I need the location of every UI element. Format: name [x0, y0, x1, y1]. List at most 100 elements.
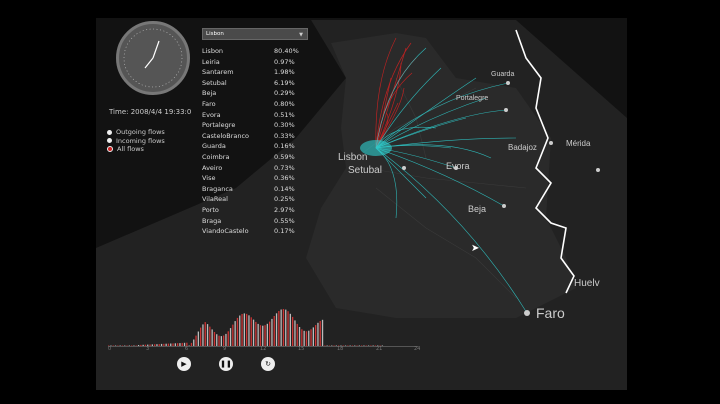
- city-pct: 6.19%: [274, 78, 295, 87]
- city-pct: 0.30%: [274, 121, 295, 130]
- histogram-bar: [197, 331, 199, 346]
- table-row[interactable]: Beja 0.29%: [202, 88, 308, 99]
- histogram-bar: [213, 332, 216, 346]
- white-dot-icon: [107, 138, 112, 144]
- histogram-bar: [227, 331, 229, 346]
- axis-tick: 6: [185, 346, 189, 352]
- map-label-setubal: Setubal: [348, 165, 382, 176]
- histogram-bar: [239, 315, 241, 346]
- histogram-bar: [285, 309, 287, 346]
- play-icon: ▶: [181, 360, 187, 368]
- table-row[interactable]: Setubal 6.19%: [202, 78, 308, 89]
- histogram-bar: [271, 318, 273, 346]
- flow-timeline-histogram[interactable]: [108, 298, 418, 348]
- portalegre-dot: [504, 108, 508, 112]
- legend-outgoing[interactable]: Outgoing flows: [107, 128, 165, 137]
- city-name: Lisbon: [202, 47, 224, 55]
- table-row[interactable]: Aveiro 0.73%: [202, 163, 308, 174]
- table-row[interactable]: CasteloBranco 0.33%: [202, 131, 308, 142]
- table-row[interactable]: Faro 0.80%: [202, 99, 308, 110]
- axis-tick: 3: [146, 346, 150, 352]
- table-row[interactable]: Braganca 0.14%: [202, 184, 308, 195]
- play-button[interactable]: ▶: [177, 357, 191, 371]
- map-label-evora: Evora: [446, 161, 470, 171]
- table-row[interactable]: Portalegre 0.30%: [202, 120, 308, 131]
- histogram-bar: [301, 329, 303, 346]
- city-pct: 0.14%: [274, 184, 295, 193]
- histogram-bar: [252, 319, 255, 346]
- city-name: Leiria: [202, 57, 220, 66]
- city-stats-table: Lisbon 80.40% Leiria 0.97% Santarem 1.98% S…: [202, 46, 308, 237]
- legend-label: Incoming flows: [116, 136, 165, 145]
- histogram-bar: [269, 321, 271, 346]
- city-name: Porto: [202, 205, 219, 214]
- table-row[interactable]: Braga 0.55%: [202, 216, 308, 227]
- table-row[interactable]: Leiria 0.97%: [202, 57, 308, 68]
- histogram-bar: [250, 317, 252, 346]
- city-name: Setubal: [202, 78, 227, 87]
- city-name: Vise: [202, 174, 216, 183]
- histogram-bar: [200, 327, 202, 346]
- city-name: Coimbra: [202, 152, 230, 161]
- city-pct: 0.29%: [274, 89, 295, 98]
- chevron-down-icon: ▼: [299, 32, 303, 38]
- faro-dot: [524, 310, 530, 316]
- city-name: ViandoCastelo: [202, 227, 249, 236]
- flow-legend: Outgoing flows Incoming flows All flows: [107, 128, 165, 154]
- city-pct: 0.80%: [274, 99, 295, 108]
- histogram-bar: [275, 313, 278, 346]
- histogram-bar: [204, 322, 206, 346]
- legend-all[interactable]: All flows: [107, 145, 165, 154]
- pause-button[interactable]: ❚❚: [219, 357, 233, 371]
- map-label-lisbon: Lisbon: [338, 152, 367, 163]
- table-row[interactable]: Coimbra 0.59%: [202, 152, 308, 163]
- legend-label: Outgoing flows: [116, 128, 165, 137]
- histogram-bar: [223, 335, 225, 346]
- city-name: Beja: [202, 89, 217, 98]
- table-row[interactable]: Porto 2.97%: [202, 205, 308, 216]
- merida-dot: [596, 168, 600, 172]
- guarda-dot: [506, 81, 510, 85]
- pause-icon: ❚❚: [220, 360, 232, 368]
- histogram-bar: [202, 324, 204, 346]
- histogram-bar: [278, 311, 280, 346]
- axis-tick: 12: [260, 346, 267, 352]
- histogram-bar: [310, 329, 312, 346]
- map-label-portalegre: Portalegre: [456, 95, 488, 102]
- table-row[interactable]: ViandoCastelo 0.17%: [202, 226, 308, 237]
- table-row[interactable]: Evora 0.51%: [202, 110, 308, 121]
- city-name: Faro: [202, 99, 216, 108]
- legend-incoming[interactable]: Incoming flows: [107, 137, 165, 146]
- table-row[interactable]: Lisbon 80.40%: [202, 46, 308, 57]
- city-select[interactable]: Lisbon ▼: [202, 28, 308, 40]
- axis-tick: 9: [223, 346, 227, 352]
- histogram-bar: [259, 325, 262, 346]
- city-name: Braganca: [202, 184, 233, 193]
- histogram-bar: [195, 335, 197, 346]
- city-name: Santarem: [202, 68, 234, 77]
- table-row[interactable]: Santarem 1.98%: [202, 67, 308, 78]
- axis-tick: 15: [298, 346, 305, 352]
- setubal-dot: [402, 166, 406, 170]
- city-name: CasteloBranco: [202, 131, 250, 140]
- histogram-bar: [255, 321, 257, 346]
- histogram-bar: [243, 313, 245, 346]
- reset-button[interactable]: ↻: [261, 357, 275, 371]
- histogram-bar: [298, 327, 301, 346]
- histogram-bar: [315, 325, 317, 346]
- map-label-merida: Mérida: [566, 139, 591, 148]
- table-row[interactable]: Vise 0.36%: [202, 173, 308, 184]
- city-pct: 2.97%: [274, 205, 295, 214]
- histogram-bar: [303, 330, 305, 346]
- timeline-axis: 0 3 6 9 12 15 18 21 24: [108, 346, 428, 354]
- histogram-bar: [225, 333, 227, 346]
- city-pct: 0.97%: [274, 57, 295, 66]
- histogram-bar: [229, 328, 232, 346]
- histogram-bar: [209, 326, 211, 346]
- table-row[interactable]: Guarda 0.16%: [202, 141, 308, 152]
- histogram-bar: [287, 311, 289, 346]
- table-row[interactable]: VilaReal 0.25%: [202, 194, 308, 205]
- histogram-bar: [266, 323, 268, 346]
- histogram-bar: [280, 309, 282, 346]
- beja-dot: [502, 204, 506, 208]
